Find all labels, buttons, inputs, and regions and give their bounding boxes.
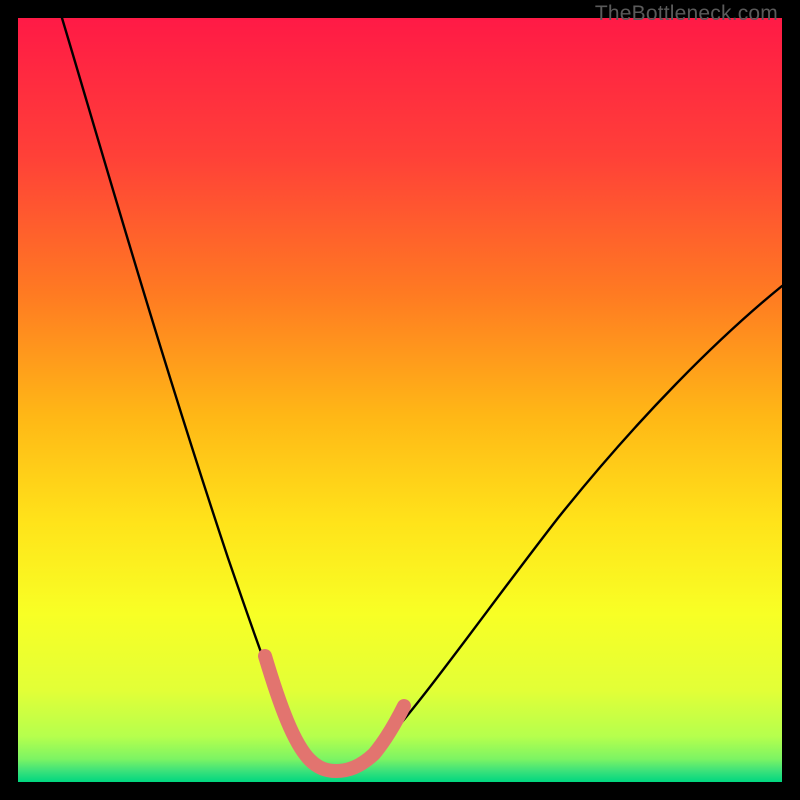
chart-background <box>18 18 782 782</box>
watermark-text: TheBottleneck.com <box>595 2 778 26</box>
bottleneck-chart <box>18 18 782 782</box>
chart-frame <box>18 18 782 782</box>
